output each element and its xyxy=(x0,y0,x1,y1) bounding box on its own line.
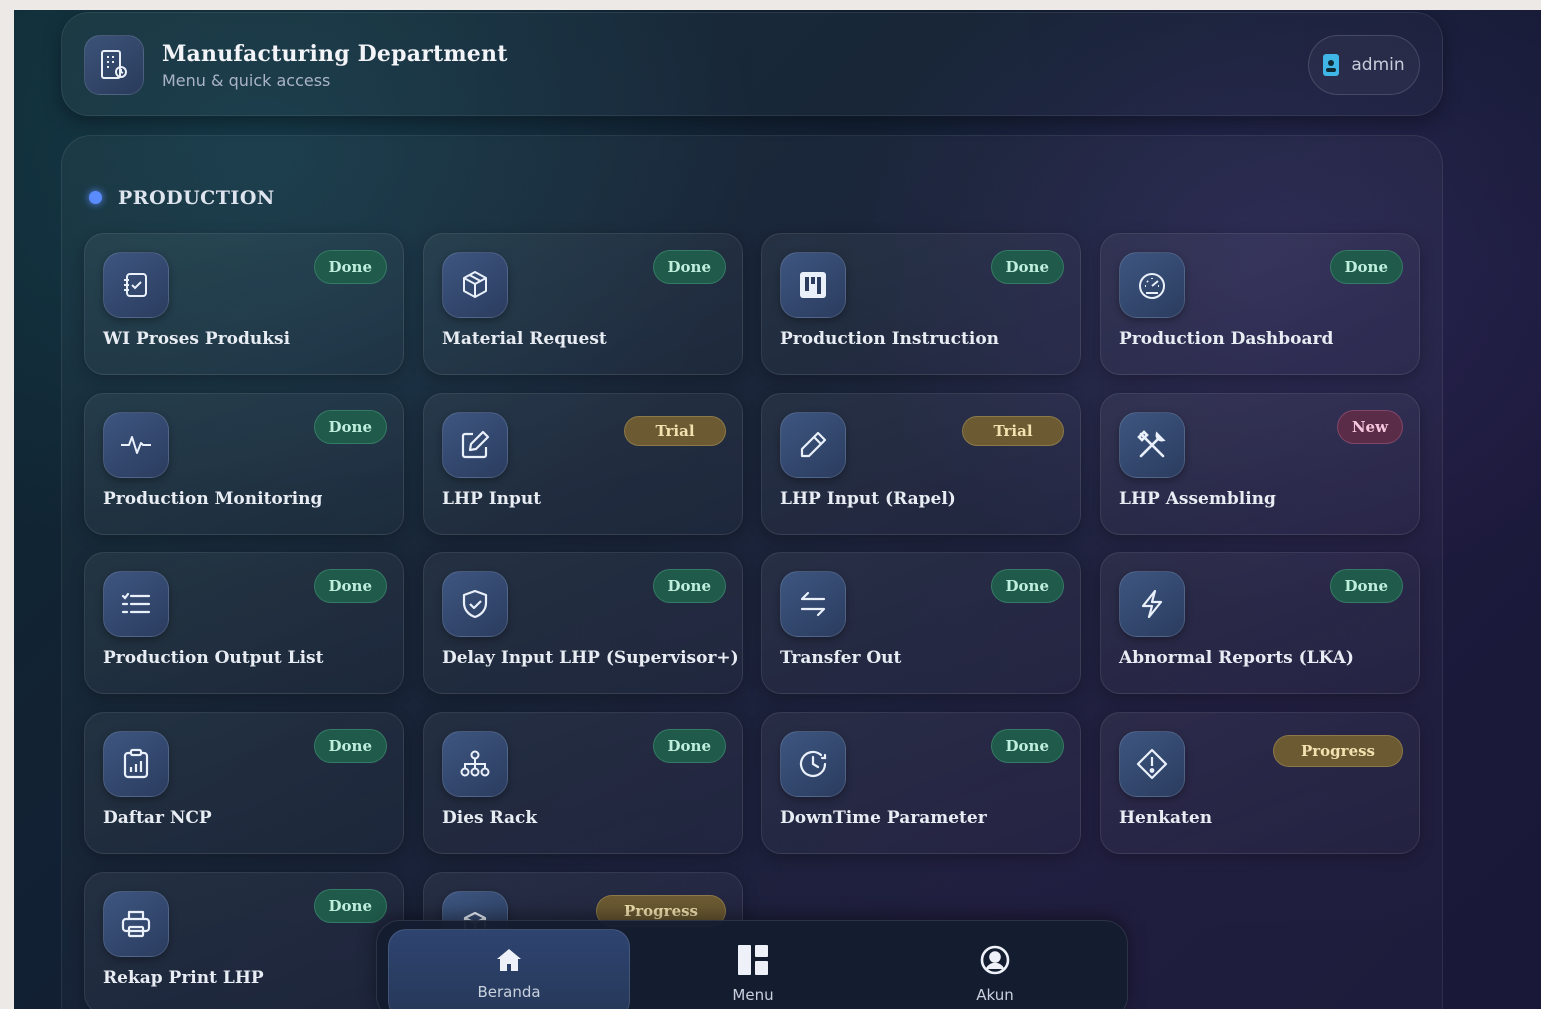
card-label: Production Dashboard xyxy=(1119,329,1334,349)
menu-card-production-monitoring[interactable]: Done Production Monitoring xyxy=(84,393,404,535)
menu-card-wi-proses-produksi[interactable]: Done WI Proses Produksi xyxy=(84,233,404,375)
user-menu-button[interactable]: admin xyxy=(1308,35,1420,95)
status-badge: Done xyxy=(313,569,387,603)
menu-card-transfer-out[interactable]: Done Transfer Out xyxy=(761,552,1081,694)
menu-grid-icon xyxy=(737,944,769,976)
card-label: Abnormal Reports (LKA) xyxy=(1119,648,1354,668)
status-badge: Done xyxy=(313,889,387,923)
clipboard-chart-icon xyxy=(103,731,169,797)
status-badge: Progress xyxy=(1273,735,1403,767)
nav-akun[interactable]: Akun xyxy=(874,929,1116,1009)
menu-card-lhp-input[interactable]: Trial LHP Input xyxy=(423,393,743,535)
list-icon xyxy=(103,571,169,637)
menu-card-production-dashboard[interactable]: Done Production Dashboard xyxy=(1100,233,1420,375)
card-label: LHP Input (Rapel) xyxy=(780,489,956,509)
account-icon xyxy=(979,944,1011,976)
menu-card-rekap-print-lhp[interactable]: Done Rekap Print LHP xyxy=(84,872,404,1009)
menu-card-downtime-parameter[interactable]: Done DownTime Parameter xyxy=(761,712,1081,854)
card-label: DownTime Parameter xyxy=(780,808,987,828)
section-indicator-dot xyxy=(89,191,102,204)
status-badge: Done xyxy=(652,729,726,763)
lightning-icon xyxy=(1119,571,1185,637)
pulse-icon xyxy=(103,412,169,478)
card-label: Henkaten xyxy=(1119,808,1213,828)
status-badge: Done xyxy=(313,729,387,763)
building-icon xyxy=(84,35,144,95)
nav-label: Akun xyxy=(976,986,1014,1004)
card-label: Production Output List xyxy=(103,648,324,668)
status-badge: New xyxy=(1336,410,1403,444)
status-badge: Done xyxy=(652,250,726,284)
status-badge: Done xyxy=(313,250,387,284)
app-screen: Manufacturing Department Menu & quick ac… xyxy=(14,10,1541,1009)
card-label: Transfer Out xyxy=(780,648,902,668)
menu-card-lhp-input-rapel[interactable]: Trial LHP Input (Rapel) xyxy=(761,393,1081,535)
production-section: PRODUCTION Done WI Proses Produksi Done … xyxy=(61,135,1443,1009)
transfer-icon xyxy=(780,571,846,637)
card-label: Rekap Print LHP xyxy=(103,968,264,988)
menu-card-material-request[interactable]: Done Material Request xyxy=(423,233,743,375)
card-label: Delay Input LHP (Supervisor+) xyxy=(442,648,739,668)
status-badge: Done xyxy=(1329,250,1403,284)
card-label: Production Monitoring xyxy=(103,489,323,509)
status-badge: Trial xyxy=(962,416,1064,446)
card-label: Dies Rack xyxy=(442,808,538,828)
nav-beranda[interactable]: Beranda xyxy=(388,929,630,1009)
status-badge: Done xyxy=(990,729,1064,763)
card-label: Production Instruction xyxy=(780,329,1000,349)
status-badge: Done xyxy=(313,410,387,444)
menu-card-delay-input-lhp[interactable]: Done Delay Input LHP (Supervisor+) xyxy=(423,552,743,694)
card-label: LHP Input xyxy=(442,489,542,509)
menu-card-production-instruction[interactable]: Done Production Instruction xyxy=(761,233,1081,375)
card-label: LHP Assembling xyxy=(1119,489,1276,509)
nav-menu[interactable]: Menu xyxy=(632,929,874,1009)
nav-label: Menu xyxy=(732,986,774,1004)
kanban-icon xyxy=(780,252,846,318)
page-subtitle: Menu & quick access xyxy=(162,71,331,90)
page-title: Manufacturing Department xyxy=(162,41,508,67)
status-badge: Done xyxy=(990,250,1064,284)
nav-label: Beranda xyxy=(477,983,541,1001)
status-badge: Done xyxy=(990,569,1064,603)
hierarchy-icon xyxy=(442,731,508,797)
card-label: Material Request xyxy=(442,329,607,349)
clock-icon xyxy=(780,731,846,797)
gauge-icon xyxy=(1119,252,1185,318)
bottom-navigation: Beranda Menu Akun xyxy=(376,920,1128,1009)
menu-card-henkaten[interactable]: Progress Henkaten xyxy=(1100,712,1420,854)
checklist-icon xyxy=(103,252,169,318)
pencil-icon xyxy=(780,412,846,478)
section-title: PRODUCTION xyxy=(118,187,275,209)
card-label: Daftar NCP xyxy=(103,808,212,828)
menu-card-lhp-assembling[interactable]: New LHP Assembling xyxy=(1100,393,1420,535)
tools-icon xyxy=(1119,412,1185,478)
home-icon xyxy=(495,947,523,973)
warning-diamond-icon xyxy=(1119,731,1185,797)
status-badge: Done xyxy=(652,569,726,603)
printer-icon xyxy=(103,891,169,957)
box-icon xyxy=(442,252,508,318)
status-badge: Trial xyxy=(624,416,726,446)
menu-card-daftar-ncp[interactable]: Done Daftar NCP xyxy=(84,712,404,854)
edit-icon xyxy=(442,412,508,478)
shield-check-icon xyxy=(442,571,508,637)
menu-card-production-output-list[interactable]: Done Production Output List xyxy=(84,552,404,694)
menu-card-dies-rack[interactable]: Done Dies Rack xyxy=(423,712,743,854)
status-badge: Done xyxy=(1329,569,1403,603)
user-badge-icon xyxy=(1323,54,1340,76)
user-name: admin xyxy=(1351,55,1405,75)
header-bar: Manufacturing Department Menu & quick ac… xyxy=(61,12,1443,116)
card-label: WI Proses Produksi xyxy=(103,329,291,349)
menu-card-abnormal-reports[interactable]: Done Abnormal Reports (LKA) xyxy=(1100,552,1420,694)
